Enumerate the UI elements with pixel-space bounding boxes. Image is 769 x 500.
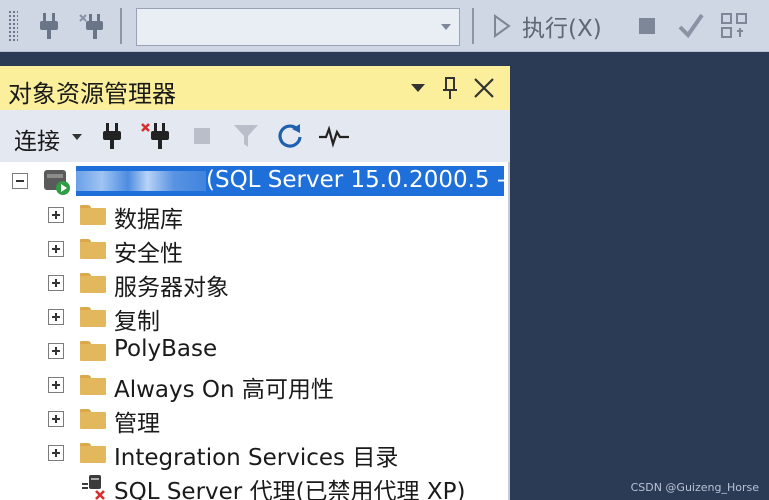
stop-icon[interactable] (186, 120, 218, 152)
database-selector[interactable] (136, 8, 460, 46)
tree-node-label: 安全性 (114, 241, 183, 267)
tree-node-folder[interactable]: Integration Services 目录 (0, 436, 508, 471)
expand-icon[interactable] (48, 241, 64, 257)
watermark: CSDN @Guizeng_Horse (630, 481, 759, 494)
tree-node-folder[interactable]: 管理 (0, 402, 508, 437)
refresh-icon[interactable] (274, 120, 306, 152)
redacted-server-name (76, 171, 206, 191)
tree-node-folder[interactable]: Always On 高可用性 (0, 368, 508, 403)
tree-node-folder[interactable]: 数据库 (0, 198, 508, 233)
plug-icon[interactable] (34, 10, 64, 42)
tree-node-label: PolyBase (114, 336, 218, 362)
tree-node-label: 复制 (114, 309, 160, 335)
folder-icon (80, 375, 106, 395)
folder-icon (80, 205, 106, 225)
main-toolbar: 执行(X) (0, 0, 769, 52)
tree-node-label: SQL Server 代理(已禁用代理 XP) (114, 479, 466, 500)
filter-icon[interactable] (230, 120, 262, 152)
expand-icon[interactable] (48, 411, 64, 427)
object-tree: (SQL Server 15.0.2000.5 - 数据库 安全性 服务器对象 … (0, 162, 508, 500)
folder-icon (80, 341, 106, 361)
object-explorer-panel: 对象资源管理器 连接 (SQL Server 15.0.2000.5 - 数据库… (0, 66, 510, 500)
chevron-down-icon (441, 24, 451, 30)
connect-plug-icon[interactable] (96, 120, 128, 152)
toolbar-separator (472, 8, 474, 44)
activity-monitor-icon[interactable] (318, 120, 350, 152)
play-icon (494, 14, 511, 38)
dropdown-caret-icon[interactable] (404, 74, 432, 102)
expand-icon[interactable] (48, 309, 64, 325)
panel-title-bar: 对象资源管理器 (0, 66, 510, 110)
folder-icon (80, 239, 106, 259)
tree-node-folder[interactable]: 服务器对象 (0, 266, 508, 301)
object-explorer-toolbar: 连接 (0, 110, 510, 162)
connect-button[interactable]: 连接 (14, 122, 60, 156)
tree-node-label: 数据库 (114, 207, 183, 233)
tree-node-agent[interactable]: SQL Server 代理(已禁用代理 XP) (0, 470, 508, 500)
folder-icon (80, 307, 106, 327)
expand-icon[interactable] (48, 275, 64, 291)
expand-icon[interactable] (48, 445, 64, 461)
folder-icon (80, 273, 106, 293)
debug-plug-icon[interactable] (78, 10, 108, 42)
folder-icon (80, 443, 106, 463)
chevron-down-icon[interactable] (72, 134, 82, 140)
tree-node-folder[interactable]: PolyBase (0, 334, 508, 368)
server-label-selected[interactable]: (SQL Server 15.0.2000.5 - (76, 166, 504, 196)
execute-button[interactable]: 执行(X) (492, 10, 602, 42)
pin-icon[interactable] (436, 74, 464, 102)
expand-icon[interactable] (48, 343, 64, 359)
expand-icon[interactable] (48, 377, 64, 393)
tree-node-folder[interactable]: 安全性 (0, 232, 508, 267)
tree-node-label: Always On 高可用性 (114, 377, 334, 403)
disconnect-icon[interactable] (140, 120, 172, 152)
close-icon[interactable] (470, 74, 498, 102)
tree-node-server[interactable]: (SQL Server 15.0.2000.5 - (0, 164, 508, 198)
check-icon[interactable] (676, 10, 706, 42)
agent-disabled-icon (82, 475, 106, 500)
folder-icon (80, 409, 106, 429)
toolbar-separator (120, 8, 122, 44)
expand-icon[interactable] (48, 207, 64, 223)
tree-node-label: 管理 (114, 411, 160, 437)
server-label: (SQL Server 15.0.2000.5 - (206, 167, 504, 193)
collapse-icon[interactable] (12, 173, 28, 189)
tree-node-label: 服务器对象 (114, 275, 229, 301)
stop-icon[interactable] (632, 10, 662, 42)
panel-title: 对象资源管理器 (8, 80, 176, 108)
tree-node-label: Integration Services 目录 (114, 445, 399, 471)
tree-node-folder[interactable]: 复制 (0, 300, 508, 335)
server-icon (44, 170, 70, 195)
execute-label: 执行(X) (522, 16, 602, 42)
layout-icon[interactable] (720, 10, 750, 42)
grip-icon[interactable] (8, 10, 18, 42)
